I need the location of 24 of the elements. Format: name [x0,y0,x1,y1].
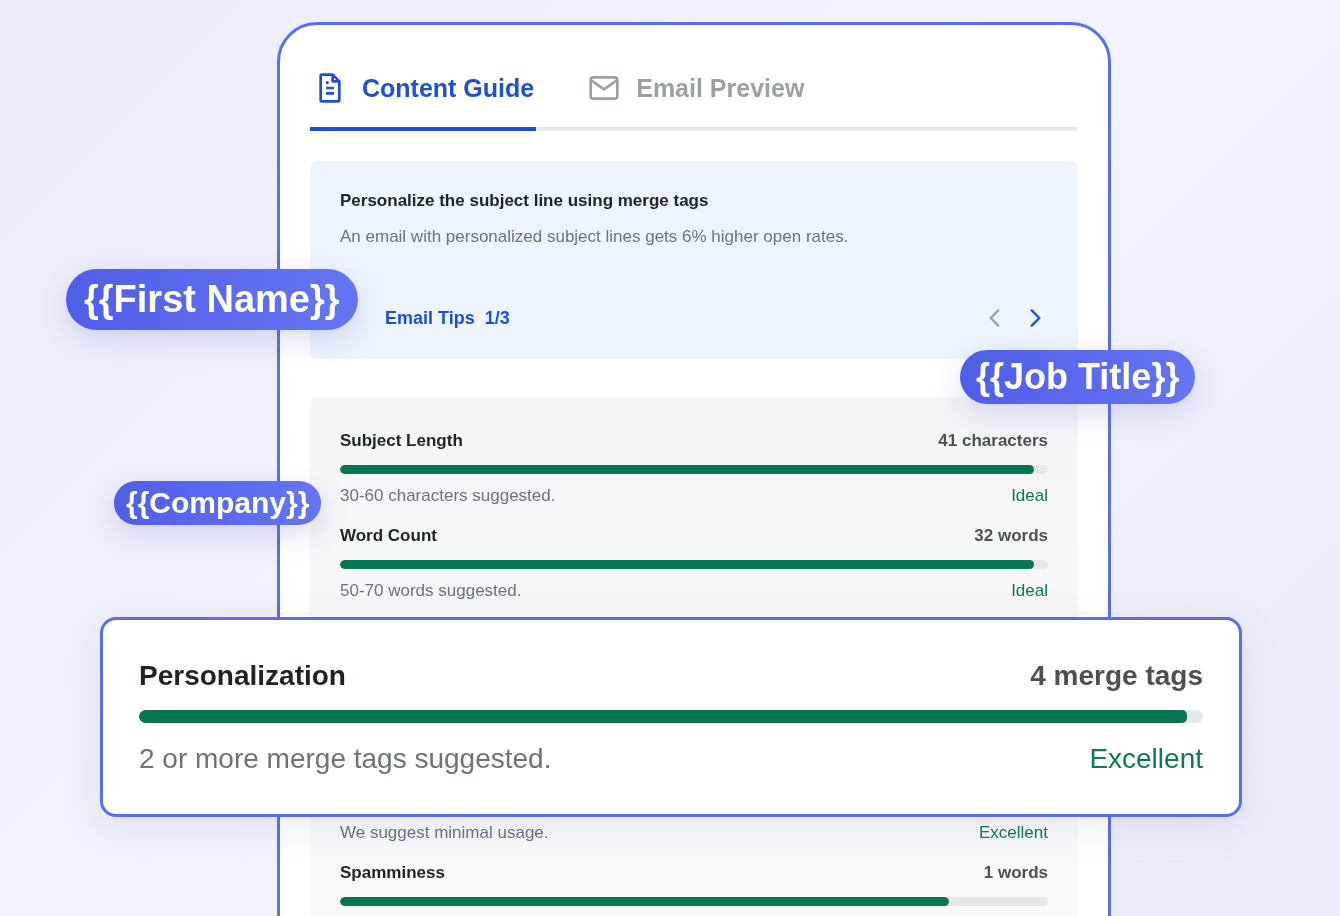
metric-status: Ideal [1011,581,1048,601]
metric-hint: We suggest minimal usage. [340,823,549,843]
merge-tag-chip: {{Company}} [114,481,322,525]
metric-title: Word Count [340,526,437,546]
metric-value: 4 merge tags [1030,659,1203,692]
merge-tag-chip: {{Job Title}} [960,350,1196,404]
metric-hint: 2 or more merge tags suggested. [139,742,552,775]
tab[interactable]: Content Guide [310,65,537,131]
metric-hint: 50-70 words suggested. [340,581,522,601]
metric-title: Personalization [139,659,346,692]
metric-value: 1 words [983,863,1048,883]
tip-title: Personalize the subject line using merge tags [340,191,710,211]
metric-title: Spamminess [340,863,445,883]
metric-title: Subject Length [340,431,463,451]
metric-status: Excellent [979,823,1048,843]
metric-value: 32 words [974,526,1048,546]
merge-tag-chip: {{First Name}} [66,269,358,330]
tip-text: An email with personalized subject lines gets 6% higher open rates. [340,227,850,247]
page-counter: 1/3 [484,307,510,329]
metric-value: 41 characters [938,431,1048,451]
metric-hint: 30-60 characters suggested. [340,486,556,506]
email-tips-link[interactable]: Email Tips [385,307,475,329]
metric-status: Ideal [1011,486,1048,506]
metric-status: Excellent [1089,742,1203,775]
